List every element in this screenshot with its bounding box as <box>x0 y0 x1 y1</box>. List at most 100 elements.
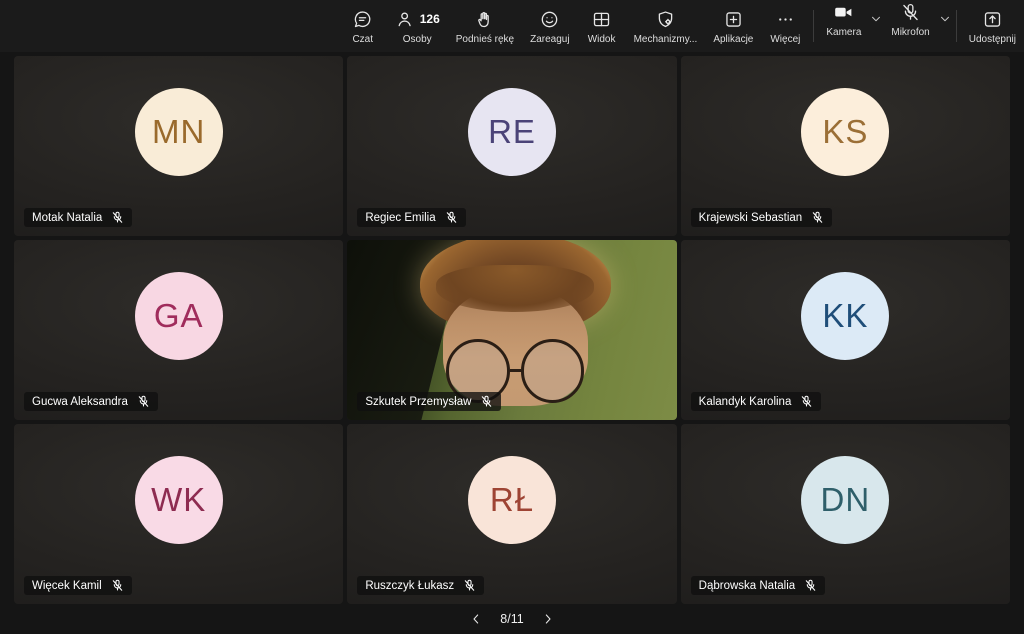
portrait-lens <box>521 339 585 403</box>
people-label: Osoby <box>403 34 432 45</box>
mic-off-icon <box>480 395 493 408</box>
participant-tile[interactable]: DN Dąbrowska Natalia <box>681 424 1010 604</box>
participant-tile[interactable]: RŁ Ruszczyk Łukasz <box>347 424 676 604</box>
participant-tile[interactable]: KS Krajewski Sebastian <box>681 56 1010 236</box>
mic-off-icon <box>137 395 150 408</box>
avatar: GA <box>135 272 223 360</box>
view-label: Widok <box>588 34 616 45</box>
avatar-initials: KK <box>822 297 868 335</box>
grid-pagination: 8/11 <box>0 604 1024 634</box>
portrait-glasses-bridge <box>510 369 521 372</box>
participant-tile[interactable]: Szkutek Przemysław <box>347 240 676 420</box>
apps-button[interactable]: Aplikacje <box>705 0 761 52</box>
apps-plus-icon <box>723 9 744 30</box>
mic-off-icon <box>111 211 124 224</box>
video-grid: MN Motak Natalia RE <box>14 56 1010 604</box>
avatar: DN <box>801 456 889 544</box>
mechanisms-button[interactable]: Mechanizmy... <box>626 0 706 52</box>
previous-page-icon[interactable] <box>468 611 484 627</box>
avatar-initials: GA <box>154 297 204 335</box>
participant-name-badge: Więcek Kamil <box>24 576 132 595</box>
mechanisms-label: Mechanizmy... <box>634 34 698 45</box>
mic-off-icon <box>811 211 824 224</box>
avatar: RE <box>468 88 556 176</box>
participant-name-badge: Kalandyk Karolina <box>691 392 822 411</box>
avatar: RŁ <box>468 456 556 544</box>
share-button[interactable]: Udostępnij <box>961 0 1024 52</box>
shield-gear-icon <box>655 9 676 30</box>
mic-off-icon <box>800 395 813 408</box>
meeting-toolbar: Czat 126 Osoby Podnieś rękę <box>0 0 1024 52</box>
participant-name-badge: Krajewski Sebastian <box>691 208 833 227</box>
participant-name: Szkutek Przemysław <box>365 396 471 408</box>
participant-tile[interactable]: RE Regiec Emilia <box>347 56 676 236</box>
avatar-initials: RŁ <box>490 481 534 519</box>
participant-count-badge: 126 <box>420 12 440 26</box>
participant-name-badge: Ruszczyk Łukasz <box>357 576 484 595</box>
chat-label: Czat <box>352 34 373 45</box>
view-button[interactable]: Widok <box>578 0 626 52</box>
raise-hand-button[interactable]: Podnieś rękę <box>448 0 522 52</box>
avatar-initials: MN <box>152 113 205 151</box>
mic-off-icon <box>804 579 817 592</box>
avatar-initials: KS <box>822 113 868 151</box>
mic-off-icon <box>111 579 124 592</box>
microphone-chevron-down-icon[interactable] <box>938 12 952 26</box>
participant-name: Motak Natalia <box>32 212 102 224</box>
mic-off-icon <box>900 2 921 23</box>
avatar: WK <box>135 456 223 544</box>
participant-tile[interactable]: GA Gucwa Aleksandra <box>14 240 343 420</box>
people-icon <box>395 9 416 30</box>
participant-name-badge: Gucwa Aleksandra <box>24 392 158 411</box>
participant-tile[interactable]: KK Kalandyk Karolina <box>681 240 1010 420</box>
participant-name: Dąbrowska Natalia <box>699 580 796 592</box>
avatar: KS <box>801 88 889 176</box>
participant-name-badge: Szkutek Przemysław <box>357 392 501 411</box>
share-screen-icon <box>982 9 1003 30</box>
participant-tile[interactable]: WK Więcek Kamil <box>14 424 343 604</box>
camera-icon <box>833 2 854 23</box>
more-label: Więcej <box>770 34 800 45</box>
participant-name: Krajewski Sebastian <box>699 212 803 224</box>
mic-off-icon <box>445 211 458 224</box>
grid-view-icon <box>591 9 612 30</box>
portrait-fringe <box>436 265 594 312</box>
participant-name: Gucwa Aleksandra <box>32 396 128 408</box>
chat-button[interactable]: Czat <box>339 0 387 52</box>
participant-name: Kalandyk Karolina <box>699 396 792 408</box>
react-button[interactable]: Zareaguj <box>522 0 577 52</box>
toolbar-divider <box>813 10 814 42</box>
participant-name: Regiec Emilia <box>365 212 435 224</box>
toolbar-divider <box>956 10 957 42</box>
avatar-initials: RE <box>488 113 536 151</box>
camera-button[interactable]: Kamera <box>818 0 869 38</box>
more-button[interactable]: Więcej <box>761 0 809 52</box>
more-dots-icon <box>775 9 796 30</box>
next-page-icon[interactable] <box>540 611 556 627</box>
camera-label: Kamera <box>826 27 861 38</box>
people-button[interactable]: 126 Osoby <box>387 0 448 52</box>
microphone-button[interactable]: Mikrofon <box>883 0 937 38</box>
share-label: Udostępnij <box>969 34 1016 45</box>
avatar-initials: DN <box>820 481 870 519</box>
react-label: Zareaguj <box>530 34 569 45</box>
participant-name-badge: Regiec Emilia <box>357 208 465 227</box>
avatar: MN <box>135 88 223 176</box>
chat-icon <box>352 9 373 30</box>
avatar-initials: WK <box>151 481 206 519</box>
camera-chevron-down-icon[interactable] <box>869 12 883 26</box>
toolbar-spacer <box>0 0 339 52</box>
meeting-stage: MN Motak Natalia RE <box>0 52 1024 604</box>
mic-off-icon <box>463 579 476 592</box>
page-indicator: 8/11 <box>500 612 523 626</box>
participant-name-badge: Motak Natalia <box>24 208 132 227</box>
avatar: KK <box>801 272 889 360</box>
participant-name: Ruszczyk Łukasz <box>365 580 454 592</box>
raise-hand-icon <box>474 9 495 30</box>
microphone-label: Mikrofon <box>891 27 929 38</box>
participant-tile[interactable]: MN Motak Natalia <box>14 56 343 236</box>
participant-name-badge: Dąbrowska Natalia <box>691 576 826 595</box>
apps-label: Aplikacje <box>713 34 753 45</box>
participant-name: Więcek Kamil <box>32 580 102 592</box>
raise-hand-label: Podnieś rękę <box>456 34 514 45</box>
